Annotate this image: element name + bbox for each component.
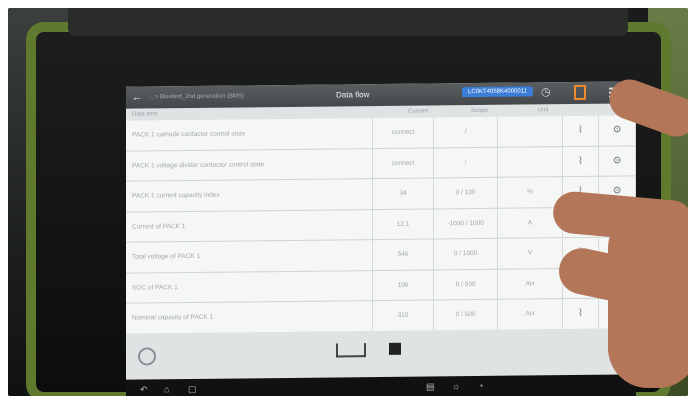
settings-icon: ☼ [452, 381, 461, 392]
hand-palm [608, 208, 688, 388]
back-nav-icon[interactable]: ↶ [140, 384, 150, 394]
graph-icon[interactable]: ⌇ [562, 115, 599, 147]
recents-icon[interactable]: ▢ [188, 384, 198, 394]
back-arrow-icon[interactable]: ← [126, 91, 148, 103]
bottom-bar: ↶ ⌂ ▢ ▤ ☼ ◔ [126, 328, 636, 396]
home-icon[interactable]: ⌂ [164, 384, 174, 394]
system-nav-bar: ↶ ⌂ ▢ ▤ ☼ ◔ [126, 374, 636, 396]
exit-icon[interactable] [574, 84, 586, 100]
row-scope: 0 / 1000 [433, 238, 498, 270]
row-name: SOC of PACK 1 [126, 270, 373, 304]
row-current: 310 [372, 299, 434, 332]
row-current: 12.1 [372, 208, 434, 240]
page-title: Data flow [336, 90, 370, 100]
row-name: Total voltage of PACK 1 [126, 239, 373, 273]
tablet-screen: ← ... > Bluebird_2nd generation (BMS) Da… [126, 81, 636, 396]
col-data-item: Data item [132, 111, 158, 118]
row-unit: % [497, 176, 563, 208]
row-current: connect [372, 117, 434, 149]
row-scope: 0 / 500 [433, 268, 498, 300]
data-table: PACK 1 cathode contactor control state co… [126, 115, 636, 365]
status-icon: ▤ [426, 381, 435, 392]
row-unit [497, 146, 563, 178]
row-unit: V [497, 237, 563, 269]
row-current: 106 [372, 269, 434, 301]
row-unit: AH [497, 298, 563, 330]
vehicle-icon[interactable] [336, 343, 366, 358]
row-scope: 0 / 100 [433, 177, 498, 209]
history-icon[interactable] [138, 347, 156, 366]
gear-icon[interactable]: ⚙ [598, 145, 636, 177]
row-current: 34 [372, 177, 434, 210]
graph-icon[interactable]: ⌇ [562, 145, 599, 177]
row-name: PACK 1 cathode contactor control state [126, 118, 373, 151]
row-scope: / [433, 146, 498, 178]
row-scope: 0 / 500 [433, 299, 498, 331]
photo: ← ... > Bluebird_2nd generation (BMS) Da… [8, 8, 688, 396]
row-scope: -1000 / 1000 [433, 207, 498, 239]
tablet-top-edge [68, 8, 628, 36]
col-unit: Unit [537, 107, 549, 114]
breadcrumb: ... > Bluebird_2nd generation (BMS) [148, 93, 244, 101]
row-name: Nominal capacity of PACK 1 [126, 300, 373, 334]
row-name: PACK 1 current capacity index [126, 178, 373, 212]
wifi-icon: ◔ [478, 380, 484, 391]
stop-icon[interactable] [389, 342, 401, 355]
col-scope: Scope [470, 107, 488, 115]
vin-badge[interactable]: LC0KT4058K4000011 [462, 86, 533, 98]
col-current: Current [407, 108, 428, 115]
graph-icon[interactable]: ⌇ [562, 298, 599, 330]
row-current: connect [372, 147, 434, 179]
row-unit [497, 116, 563, 147]
row-current: 546 [372, 238, 434, 271]
clock-icon[interactable]: ◷ [541, 85, 551, 98]
row-scope: / [433, 116, 498, 148]
row-unit: AH [497, 268, 563, 300]
row-name: Current of PACK 1 [126, 209, 373, 243]
row-name: PACK 1 voltage divider contactor control… [126, 148, 373, 182]
